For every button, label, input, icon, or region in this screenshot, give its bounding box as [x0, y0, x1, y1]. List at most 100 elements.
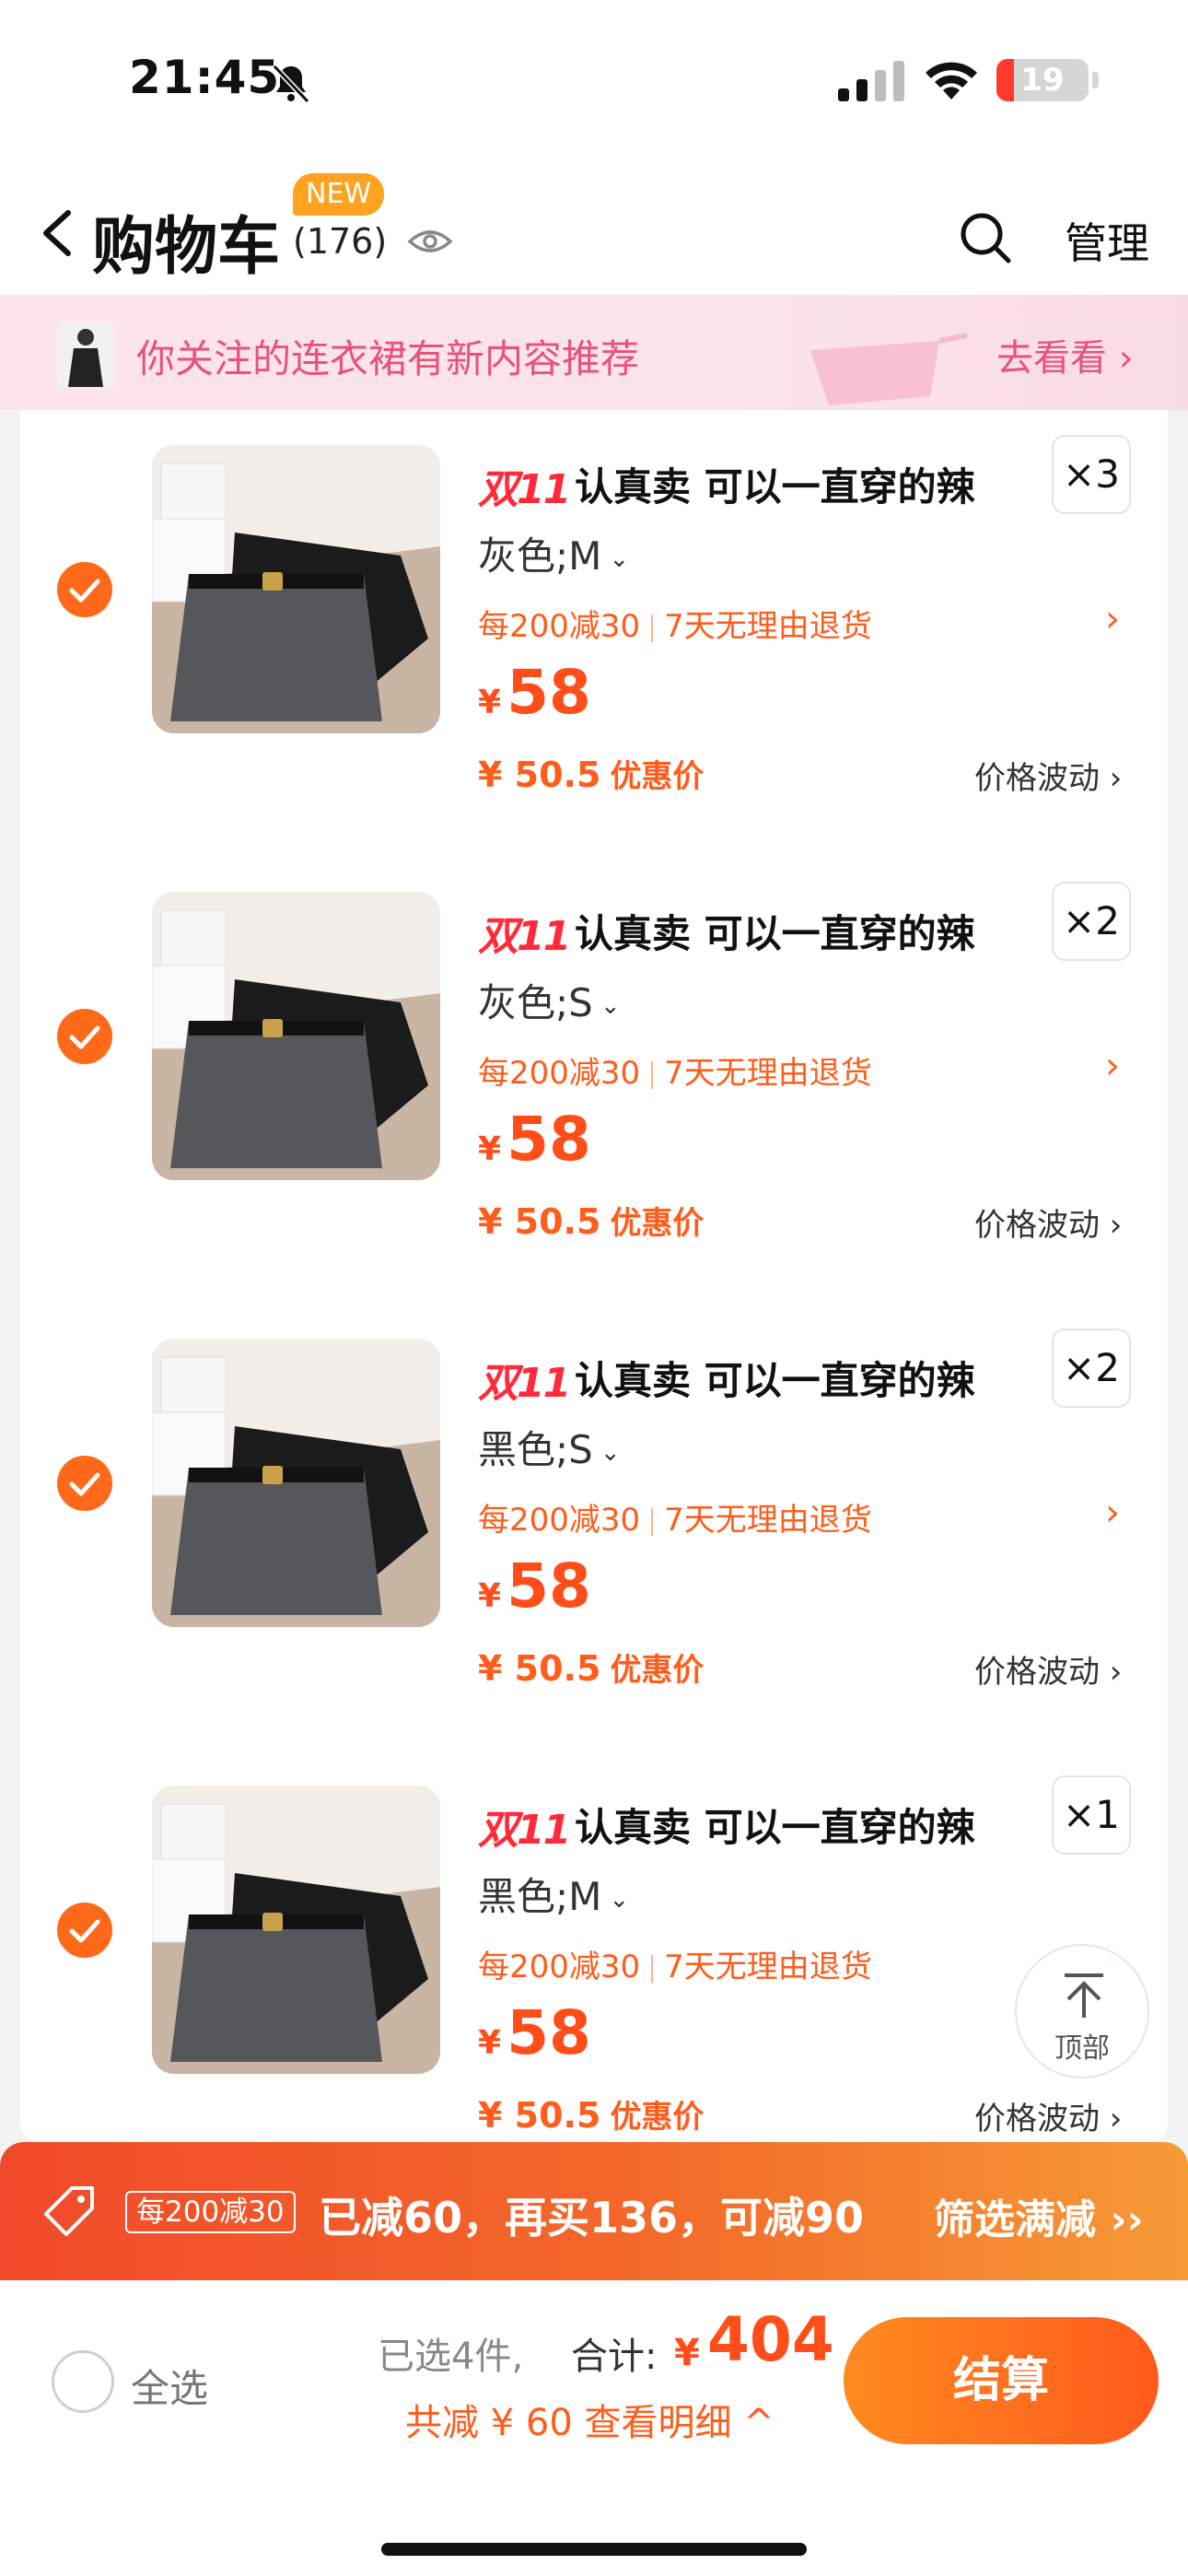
- promo-line[interactable]: 每200减30 7天无理由退货: [478, 1941, 872, 1986]
- promo-line[interactable]: 每200减30 7天无理由退货: [478, 1494, 872, 1540]
- banner-link[interactable]: 去看看 ›: [996, 328, 1134, 381]
- price-fluctuation-link[interactable]: 价格波动 ›: [974, 753, 1122, 798]
- product-thumbnail[interactable]: [152, 445, 440, 733]
- discount-price-value: ¥ 50.5: [478, 2095, 601, 2136]
- price-value: 58: [507, 657, 591, 728]
- promo-divider: [651, 614, 654, 642]
- battery-cap: [1092, 72, 1099, 88]
- quantity-button[interactable]: ×2: [1052, 882, 1131, 961]
- sku-selector[interactable]: 黑色;S ⌄: [478, 1419, 621, 1475]
- sku-selector[interactable]: 灰色;M ⌄: [478, 525, 629, 581]
- nav-bar: 购物车 NEW (176) 管理: [0, 157, 1188, 295]
- coupon-tag-icon: [44, 2186, 94, 2236]
- chevron-down-icon: ⌄: [609, 544, 630, 573]
- search-icon[interactable]: [958, 210, 1013, 265]
- recommendation-banner[interactable]: 你关注的连衣裙有新内容推荐 去看看 ›: [0, 295, 1188, 410]
- status-time: 21:45: [129, 51, 281, 104]
- cart-count: (176): [293, 221, 388, 262]
- chevron-down-icon: ⌄: [600, 1438, 621, 1467]
- price-currency: ¥: [478, 1130, 502, 1168]
- product-title[interactable]: 认真卖 可以一直穿的辣: [575, 1797, 975, 1853]
- chevron-down-icon: ⌄: [600, 991, 621, 1020]
- double11-tag: 双11: [478, 1807, 571, 1854]
- promo-discount: 每200减30: [478, 1502, 641, 1539]
- product-thumbnail[interactable]: [152, 892, 440, 1180]
- promo-divider: [651, 1954, 654, 1983]
- promo-divider: [651, 1060, 654, 1089]
- arrow-up-icon: [1065, 1973, 1103, 2018]
- discount-price-label: 优惠价: [610, 1205, 705, 1242]
- selected-count: 已选4件,: [378, 2336, 524, 2378]
- item-price: ¥58: [478, 1997, 591, 2068]
- promo-line[interactable]: 每200减30 7天无理由退货: [478, 601, 872, 646]
- price-currency: ¥: [478, 1577, 502, 1615]
- select-all-label[interactable]: 全选: [131, 2358, 208, 2414]
- page-title: 购物车: [92, 211, 281, 284]
- promo-return: 7天无理由退货: [664, 1055, 872, 1092]
- item-checkbox[interactable]: [57, 1902, 112, 1958]
- product-thumbnail[interactable]: [152, 1786, 440, 2074]
- back-to-top-label: 顶部: [1054, 2032, 1110, 2065]
- quantity-button[interactable]: ×1: [1052, 1775, 1131, 1855]
- price-value: 58: [507, 1104, 591, 1175]
- back-arrow-icon[interactable]: [37, 207, 77, 259]
- product-title[interactable]: 认真卖 可以一直穿的辣: [575, 1350, 975, 1406]
- discount-price-label: 优惠价: [610, 2099, 705, 2136]
- sku-label: 灰色;M: [478, 533, 602, 579]
- product-image: [152, 1786, 440, 2074]
- discount-price-label: 优惠价: [610, 758, 705, 795]
- chevron-right-icon[interactable]: ›: [1105, 1045, 1120, 1087]
- checkout-button[interactable]: 结算: [844, 2317, 1159, 2444]
- quantity-button[interactable]: ×3: [1052, 435, 1131, 514]
- discount-price: ¥ 50.5 优惠价: [478, 1645, 704, 1690]
- item-price: ¥58: [478, 1104, 591, 1175]
- price-fluctuation-link[interactable]: 价格波动 ›: [974, 1646, 1122, 1692]
- promo-discount: 每200减30: [478, 1055, 641, 1092]
- cart-item[interactable]: 双11 认真卖 可以一直穿的辣 ×1 黑色;M ⌄ 每200减30 7天无理由退货 …: [20, 1751, 1168, 2197]
- item-price: ¥58: [478, 657, 591, 728]
- filter-discount-link[interactable]: 筛选满减 ››: [934, 2186, 1144, 2245]
- item-checkbox[interactable]: [57, 1008, 112, 1064]
- discount-price-label: 优惠价: [610, 1652, 705, 1689]
- sku-label: 黑色;M: [478, 1874, 602, 1919]
- price-value: 58: [507, 1551, 591, 1622]
- select-all-radio[interactable]: [52, 2350, 114, 2413]
- savings-detail-link[interactable]: 共减 ¥ 60 查看明细 ^: [405, 2393, 775, 2446]
- eye-icon[interactable]: [407, 223, 453, 260]
- item-checkbox[interactable]: [57, 561, 112, 617]
- price-fluctuation-link[interactable]: 价格波动 ›: [974, 2093, 1122, 2138]
- discount-price: ¥ 50.5 优惠价: [478, 1198, 704, 1243]
- cart-item[interactable]: 双11 认真卖 可以一直穿的辣 ×2 黑色;S ⌄ 每200减30 7天无理由退货 …: [20, 1304, 1168, 1751]
- item-checkbox[interactable]: [57, 1455, 112, 1511]
- quantity-button[interactable]: ×2: [1052, 1329, 1131, 1408]
- price-currency: ¥: [478, 684, 502, 721]
- chevron-right-icon[interactable]: ›: [1105, 1492, 1120, 1534]
- price-fluctuation-link[interactable]: 价格波动 ›: [974, 1200, 1122, 1245]
- promo-discount: 每200减30: [478, 1949, 641, 1985]
- cart-item[interactable]: 双11 认真卖 可以一直穿的辣 ×2 灰色;S ⌄ 每200减30 7天无理由退货 …: [20, 857, 1168, 1304]
- sku-selector[interactable]: 灰色;S ⌄: [478, 972, 621, 1028]
- discount-price-value: ¥ 50.5: [478, 1648, 601, 1689]
- promo-divider: [651, 1507, 654, 1536]
- cart-item[interactable]: 双11 认真卖 可以一直穿的辣 ×3 灰色;M ⌄ 每200减30 7天无理由退货 …: [20, 410, 1168, 857]
- product-thumbnail[interactable]: [152, 1339, 440, 1627]
- sku-label: 灰色;S: [478, 980, 593, 1025]
- banner-thumbnail: [57, 321, 114, 387]
- home-indicator[interactable]: [381, 2543, 807, 2556]
- manage-button[interactable]: 管理: [1065, 210, 1149, 271]
- promo-return: 7天无理由退货: [664, 1949, 872, 1985]
- promo-line[interactable]: 每200减30 7天无理由退货: [478, 1048, 872, 1093]
- product-title[interactable]: 认真卖 可以一直穿的辣: [575, 903, 975, 959]
- discount-bar[interactable]: 每200减30 已减60，再买136，可减90 筛选满减 ››: [0, 2142, 1188, 2280]
- discount-price-value: ¥ 50.5: [478, 1201, 601, 1242]
- product-title[interactable]: 认真卖 可以一直穿的辣: [575, 456, 975, 512]
- sku-label: 黑色;S: [478, 1427, 593, 1472]
- promo-discount: 每200减30: [478, 608, 641, 645]
- chevron-right-icon[interactable]: ›: [1105, 598, 1120, 640]
- chevron-down-icon: ⌄: [609, 1885, 630, 1914]
- back-to-top-button[interactable]: 顶部: [1015, 1944, 1149, 2078]
- battery-percent: 19: [1020, 62, 1065, 99]
- bell-muted-icon: [272, 64, 310, 104]
- promo-return: 7天无理由退货: [664, 1502, 872, 1539]
- sku-selector[interactable]: 黑色;M ⌄: [478, 1866, 629, 1922]
